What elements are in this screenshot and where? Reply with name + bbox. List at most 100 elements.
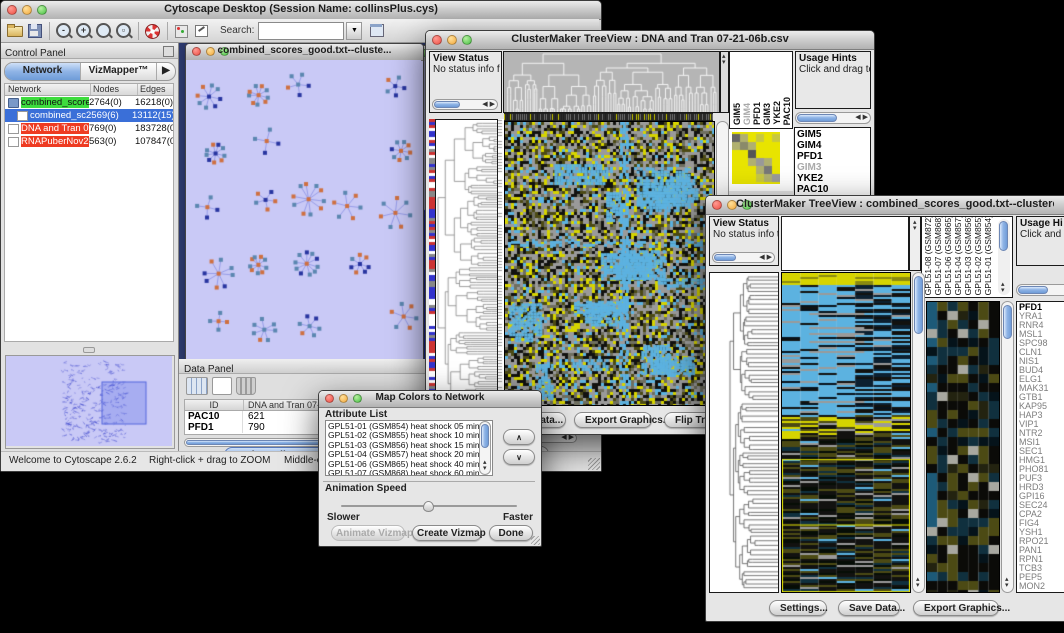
done-button[interactable]: Done: [489, 525, 533, 541]
tv1-column-label: GIM5: [732, 103, 742, 125]
tv1-gene-item[interactable]: GIM5: [797, 129, 868, 140]
zoom-in-icon[interactable]: +: [74, 22, 94, 40]
tv1-heatmap[interactable]: [504, 121, 715, 406]
main-title-bar[interactable]: Cytoscape Desktop (Session Name: collins…: [1, 1, 601, 20]
network-name: combined_scores: [21, 97, 89, 108]
network-col-header[interactable]: Network: [5, 84, 91, 95]
network-row[interactable]: RNAPuberNov2+563(0)107847(0): [5, 135, 173, 148]
table-mode-icon[interactable]: [186, 377, 208, 395]
dialog-title-bar[interactable]: Map Colors to Network: [319, 391, 541, 408]
network-edges: 107847(0): [135, 136, 173, 147]
attribute-list-scrollbar[interactable]: ▴▾: [479, 421, 491, 475]
open-file-icon[interactable]: [5, 22, 25, 40]
tv2-usage-hints-panel: Usage Hi Click and: [1016, 216, 1064, 266]
tv2-gene-list: PFD1YRA1RNR4MSL1SPC98CLN1NIS1BUD4ELG1MAK…: [1016, 301, 1064, 593]
close-button[interactable]: [432, 35, 442, 45]
tv1-gene-item[interactable]: GIM4: [797, 140, 868, 151]
tv1-status-scrollbar[interactable]: ◀ ▶: [432, 99, 498, 110]
tv1-gene-item[interactable]: GIM3: [797, 162, 868, 173]
map-colors-dialog: Map Colors to Network Attribute List GPL…: [318, 390, 542, 547]
resize-grip[interactable]: [531, 536, 540, 545]
vizmapper-icon[interactable]: [172, 22, 192, 40]
tv1-usage-hints-panel: Usage Hints Click and drag to: [795, 51, 871, 109]
tv1-heatmap-header: [504, 113, 713, 121]
tv1-gene-dendrogram[interactable]: [435, 119, 498, 406]
tv2-vscrollbar[interactable]: ▴▾: [912, 272, 925, 593]
tv1-gene-item[interactable]: YKE2: [797, 173, 868, 184]
tv1-gene-item[interactable]: PFD1: [797, 151, 868, 162]
tv2-export-graphics-button[interactable]: Export Graphics...: [913, 600, 999, 616]
slider-thumb[interactable]: [423, 501, 434, 512]
animate-vizmap-button[interactable]: Animate Vizmap: [331, 525, 405, 541]
tv2-settings-button[interactable]: Settings...: [769, 600, 827, 616]
network-overview-panel[interactable]: [5, 355, 175, 449]
save-icon[interactable]: [25, 22, 45, 40]
attribute-listbox[interactable]: GPL51-01 (GSM854) heat shock 05 minGPL51…: [325, 420, 493, 476]
move-up-button[interactable]: ∧: [503, 429, 535, 445]
tv1-gene-item[interactable]: PAC10: [797, 184, 868, 195]
tv2-heatmap[interactable]: [781, 272, 911, 593]
tv2-scroll-strip[interactable]: ▴▾: [909, 216, 921, 271]
treeview2-window: ClusterMaker TreeView : combined_scores_…: [705, 195, 1064, 622]
delete-attribute-icon[interactable]: [236, 377, 256, 395]
tv1-usage-hints-title: Usage Hints: [796, 52, 870, 64]
tv2-hints-scrollbar[interactable]: [1016, 284, 1064, 296]
annotation-icon[interactable]: [192, 22, 212, 40]
tv2-gene-dendrogram[interactable]: [709, 272, 779, 593]
network-edges: 183728(0): [135, 123, 173, 134]
id-col-header[interactable]: ID: [185, 400, 244, 410]
tv2-save-data-button[interactable]: Save Data...: [838, 600, 900, 616]
close-button[interactable]: [192, 47, 201, 56]
zoom-out-icon[interactable]: -: [54, 22, 74, 40]
network-name: RNAPuberNov2+: [21, 136, 89, 147]
resize-grip[interactable]: [588, 458, 600, 470]
tv1-column-label: PFD1: [752, 102, 762, 125]
new-attribute-icon[interactable]: [212, 377, 232, 395]
tv1-scroll-strip[interactable]: ▴▾: [720, 51, 729, 113]
tab-vizmapper-[interactable]: VizMapper™: [81, 63, 157, 80]
edges-col-header[interactable]: Edges: [138, 84, 173, 95]
network-row[interactable]: combined_scores2764(0)16218(0): [5, 96, 173, 109]
tv2-column-tree-area[interactable]: [781, 216, 909, 271]
tab-network[interactable]: Network: [5, 63, 81, 80]
tv2-zoom-vscrollbar[interactable]: ▴▾: [1001, 301, 1014, 593]
network-canvas[interactable]: [186, 60, 421, 358]
tv2-column-label: GPL51-04 (GSM857): [953, 216, 963, 295]
tab--[interactable]: ▶: [157, 63, 175, 80]
tv2-column-labels: GPL51-08 (GSM872)GPL51-07 (GSM868)GPL51-…: [921, 216, 1013, 298]
treeview1-title-bar[interactable]: ClusterMaker TreeView : DNA and Tran 07-…: [426, 31, 874, 50]
close-button[interactable]: [7, 5, 17, 15]
tv2-status-scrollbar[interactable]: ◀ ▶: [712, 252, 775, 263]
network-row[interactable]: combined_sco2569(6)13112(15): [5, 109, 173, 122]
network-nodes: 769(0): [89, 123, 135, 134]
zoom-selected-icon[interactable]: ▫: [114, 22, 134, 40]
float-panel-icon[interactable]: [163, 46, 174, 57]
treeview2-title-bar[interactable]: ClusterMaker TreeView : combined_scores_…: [706, 196, 1064, 215]
tv1-hints-scrollbar[interactable]: ◀ ▶: [795, 112, 871, 124]
animation-speed-slider[interactable]: [341, 501, 517, 511]
network-row[interactable]: DNA and Tran 07769(0)183728(0): [5, 122, 173, 135]
move-down-button[interactable]: ∨: [503, 449, 535, 465]
splitter-handle[interactable]: [83, 347, 95, 353]
network-view-window[interactable]: combined_scores_good.txt--cluste...: [185, 43, 424, 359]
network-edges: 13112(15): [132, 110, 173, 121]
help-lifesaver-icon[interactable]: [143, 22, 163, 40]
grid-window-icon[interactable]: [368, 22, 388, 40]
tv2-column-label: GPL51-07 (GSM868): [933, 216, 943, 295]
search-input[interactable]: [258, 22, 344, 40]
tv1-column-labels: GIM5GIM4PFD1GIM3YKE2PAC10: [729, 51, 793, 129]
close-button[interactable]: [712, 200, 722, 210]
attribute-item[interactable]: GPL51-07 (GSM868) heat shock 60 min: [328, 469, 490, 476]
create-vizmap-button[interactable]: Create Vizmap: [412, 525, 482, 541]
tv2-labels-scrollbar[interactable]: ▴▾: [998, 219, 1010, 295]
zoom-fit-icon[interactable]: [94, 22, 114, 40]
tv1-similarity-matrix[interactable]: [729, 129, 793, 191]
tv1-column-dendrogram[interactable]: [503, 51, 720, 113]
search-dropdown-arrow[interactable]: ▼: [346, 22, 362, 40]
tv1-export-graphics-button[interactable]: Export Graphics...: [574, 412, 652, 428]
nodes-col-header[interactable]: Nodes: [91, 84, 138, 95]
network-table: combined_scores2764(0)16218(0)combined_s…: [4, 96, 174, 342]
tv2-gene-item[interactable]: MON2: [1019, 582, 1064, 591]
close-button[interactable]: [325, 394, 334, 403]
tv2-zoom-heatmap[interactable]: [926, 301, 1000, 593]
